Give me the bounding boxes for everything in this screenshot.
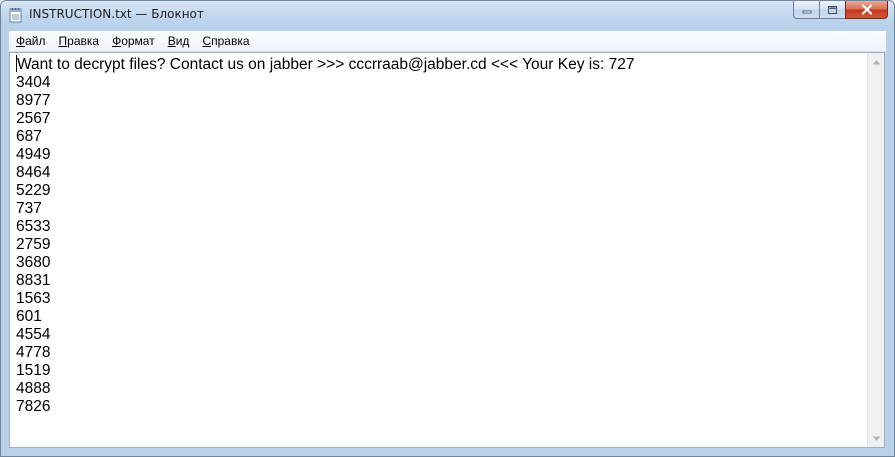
text-line: 601: [16, 308, 42, 325]
minimize-icon: [802, 10, 811, 13]
text-line: 737: [16, 200, 42, 217]
menu-view[interactable]: Вид: [161, 31, 196, 51]
text-line: 1519: [16, 362, 51, 379]
notepad-window: INSTRUCTION.txt — Блокнот Файл Правка Фо…: [0, 0, 895, 457]
text-line: 687: [16, 128, 42, 145]
title-bar[interactable]: INSTRUCTION.txt — Блокнот: [1, 1, 894, 30]
caption-buttons: [793, 1, 888, 20]
menu-bar: Файл Правка Формат Вид Справка: [9, 31, 886, 52]
menu-edit[interactable]: Правка: [52, 31, 106, 51]
chevron-down-icon: [872, 436, 880, 441]
chevron-up-icon: [872, 59, 880, 64]
notepad-icon[interactable]: [9, 7, 23, 23]
minimize-button[interactable]: [793, 1, 819, 19]
text-line: 7826: [16, 398, 51, 415]
text-line: 4554: [16, 326, 51, 343]
text-line: 2759: [16, 236, 51, 253]
text-line: 6533: [16, 218, 51, 235]
text-line: 8977: [16, 92, 51, 109]
scroll-down-button[interactable]: [868, 430, 884, 447]
text-line: 8464: [16, 164, 51, 181]
text-line: 8831: [16, 272, 51, 289]
menu-file[interactable]: Файл: [9, 31, 52, 51]
text-editor[interactable]: Want to decrypt files? Contact us on jab…: [9, 52, 885, 448]
text-line: 2567: [16, 110, 51, 127]
text-line: Want to decrypt files? Contact us on jab…: [17, 56, 635, 73]
text-line: 4778: [16, 344, 51, 361]
maximize-icon: [828, 5, 837, 14]
document-text[interactable]: Want to decrypt files? Contact us on jab…: [16, 55, 862, 445]
window-title: INSTRUCTION.txt — Блокнот: [29, 7, 204, 21]
scroll-up-button[interactable]: [868, 53, 884, 70]
maximize-button[interactable]: [819, 1, 845, 19]
text-line: 1563: [16, 290, 51, 307]
text-line: 3404: [16, 74, 51, 91]
menu-help[interactable]: Справка: [195, 31, 255, 51]
vertical-scrollbar[interactable]: [867, 53, 884, 447]
text-line: 5229: [16, 182, 51, 199]
text-line: 4949: [16, 146, 51, 163]
text-line: 3680: [16, 254, 51, 271]
menu-format[interactable]: Формат: [105, 31, 161, 51]
close-icon: [861, 4, 872, 15]
text-line: 4888: [16, 380, 51, 397]
close-button[interactable]: [845, 1, 888, 19]
